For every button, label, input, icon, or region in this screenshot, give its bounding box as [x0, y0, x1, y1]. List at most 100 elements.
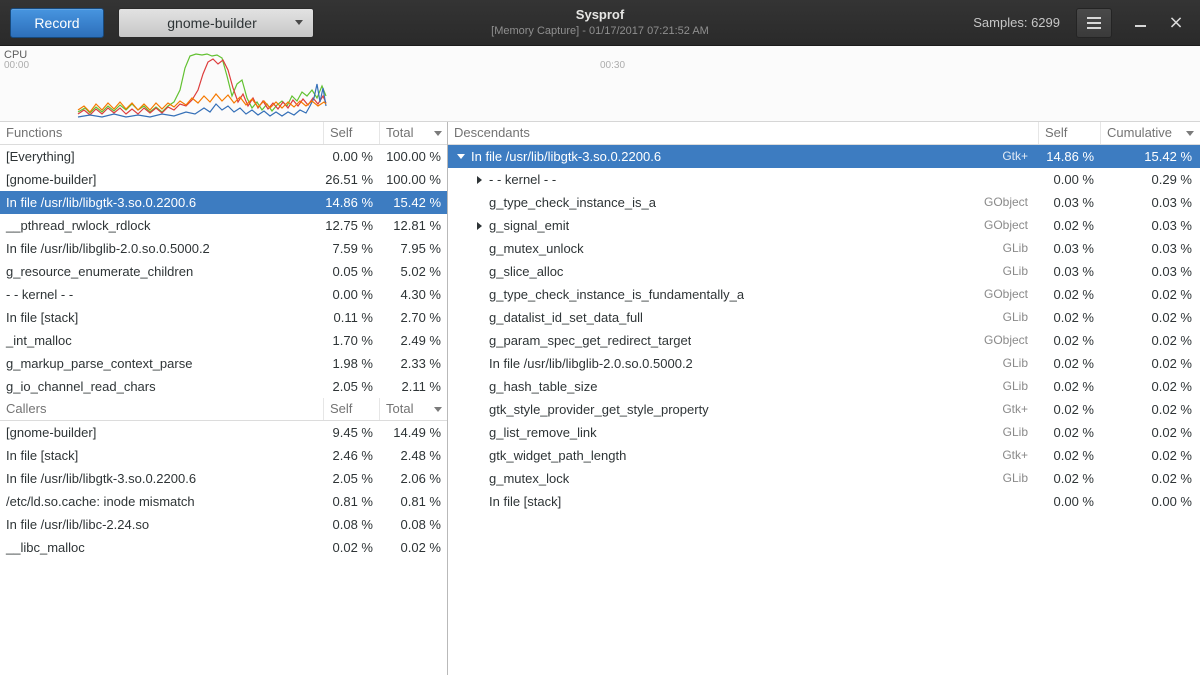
tree-row[interactable]: In file [stack]0.00 %0.00 % — [448, 490, 1200, 513]
function-name: [Everything] — [0, 145, 323, 168]
descendants-column-header[interactable]: Descendants — [448, 122, 1038, 144]
self-percent: 12.75 % — [323, 214, 379, 237]
tree-row[interactable]: g_signal_emitGObject0.02 %0.03 % — [448, 214, 1200, 237]
tree-row[interactable]: g_param_spec_get_redirect_targetGObject0… — [448, 329, 1200, 352]
function-name: g_list_remove_link — [489, 421, 597, 444]
callers-column-header[interactable]: Callers — [0, 398, 323, 420]
tree-row[interactable]: g_slice_allocGLib0.03 %0.03 % — [448, 260, 1200, 283]
tree-row[interactable]: g_mutex_unlockGLib0.03 %0.03 % — [448, 237, 1200, 260]
library-category-label: GLib — [1003, 306, 1038, 329]
self-percent: 0.03 % — [1038, 237, 1100, 260]
table-row[interactable]: [gnome-builder]9.45 %14.49 % — [0, 421, 447, 444]
table-row[interactable]: __libc_malloc0.02 %0.02 % — [0, 536, 447, 559]
library-category-label: GLib — [1003, 421, 1038, 444]
samples-count: Samples: 6299 — [973, 15, 1060, 30]
self-percent: 0.03 % — [1038, 191, 1100, 214]
functions-self-column-header[interactable]: Self — [323, 122, 379, 144]
table-row[interactable]: - - kernel - -0.00 %4.30 % — [0, 283, 447, 306]
function-name: __pthread_rwlock_rdlock — [0, 214, 323, 237]
function-name: g_type_check_instance_is_fundamentally_a — [489, 283, 744, 306]
table-row[interactable]: [gnome-builder]26.51 %100.00 % — [0, 168, 447, 191]
sort-descending-icon — [434, 131, 442, 136]
minimize-button[interactable] — [1128, 8, 1152, 38]
tree-row[interactable]: gtk_style_provider_get_style_propertyGtk… — [448, 398, 1200, 421]
tree-row[interactable]: g_list_remove_linkGLib0.02 %0.02 % — [448, 421, 1200, 444]
total-percent: 12.81 % — [379, 214, 447, 237]
right-pane: Descendants Self Cumulative In file /usr… — [448, 122, 1200, 675]
process-selector-dropdown[interactable]: gnome-builder — [118, 8, 314, 38]
function-name: g_type_check_instance_is_a — [489, 191, 656, 214]
library-category-label: GLib — [1003, 467, 1038, 490]
table-row[interactable]: In file /usr/lib/libgtk-3.so.0.2200.62.0… — [0, 467, 447, 490]
function-name: g_signal_emit — [489, 214, 569, 237]
functions-total-label: Total — [386, 122, 413, 144]
descendants-cumulative-label: Cumulative — [1107, 122, 1172, 144]
function-name: g_io_channel_read_chars — [0, 375, 323, 398]
descendant-name-cell: gtk_style_provider_get_style_propertyGtk… — [448, 398, 1038, 421]
table-row[interactable]: /etc/ld.so.cache: inode mismatch0.81 %0.… — [0, 490, 447, 513]
hamburger-icon — [1087, 22, 1101, 24]
library-category-label: Gtk+ — [1002, 398, 1038, 421]
left-pane: Functions Self Total [Everything]0.00 %1… — [0, 122, 448, 675]
self-percent: 0.00 % — [1038, 490, 1100, 513]
tree-row[interactable]: g_datalist_id_set_data_fullGLib0.02 %0.0… — [448, 306, 1200, 329]
self-percent: 26.51 % — [323, 168, 379, 191]
cumulative-percent: 0.03 % — [1100, 237, 1200, 260]
descendant-name-cell: In file /usr/lib/libgtk-3.so.0.2200.6Gtk… — [448, 145, 1038, 168]
table-row[interactable]: In file /usr/lib/libgtk-3.so.0.2200.614.… — [0, 191, 447, 214]
tree-row[interactable]: g_mutex_lockGLib0.02 %0.02 % — [448, 467, 1200, 490]
left-pane-empty-area — [0, 559, 447, 675]
callers-total-column-header[interactable]: Total — [379, 398, 447, 420]
callers-self-column-header[interactable]: Self — [323, 398, 379, 420]
minimize-icon — [1135, 25, 1146, 27]
descendants-self-column-header[interactable]: Self — [1038, 122, 1100, 144]
menu-button[interactable] — [1076, 8, 1112, 38]
self-percent: 14.86 % — [323, 191, 379, 214]
total-percent: 4.30 % — [379, 283, 447, 306]
tree-row[interactable]: In file /usr/lib/libglib-2.0.so.0.5000.2… — [448, 352, 1200, 375]
tree-row[interactable]: In file /usr/lib/libgtk-3.so.0.2200.6Gtk… — [448, 145, 1200, 168]
expander-closed-icon[interactable] — [472, 222, 486, 230]
total-percent: 2.70 % — [379, 306, 447, 329]
callers-table: [gnome-builder]9.45 %14.49 %In file [sta… — [0, 421, 447, 559]
tree-row[interactable]: gtk_widget_path_lengthGtk+0.02 %0.02 % — [448, 444, 1200, 467]
total-percent: 0.02 % — [379, 536, 447, 559]
self-percent: 0.11 % — [323, 306, 379, 329]
functions-total-column-header[interactable]: Total — [379, 122, 447, 144]
cpu-graph[interactable]: CPU 00:00 00:30 — [0, 46, 1200, 122]
expander-open-icon[interactable] — [454, 154, 468, 159]
tree-row[interactable]: - - kernel - -0.00 %0.29 % — [448, 168, 1200, 191]
total-percent: 2.06 % — [379, 467, 447, 490]
table-row[interactable]: g_resource_enumerate_children0.05 %5.02 … — [0, 260, 447, 283]
cumulative-percent: 0.02 % — [1100, 283, 1200, 306]
table-row[interactable]: In file [stack]2.46 %2.48 % — [0, 444, 447, 467]
table-row[interactable]: g_markup_parse_context_parse1.98 %2.33 % — [0, 352, 447, 375]
table-row[interactable]: In file /usr/lib/libglib-2.0.so.0.5000.2… — [0, 237, 447, 260]
expander-closed-icon[interactable] — [472, 176, 486, 184]
tree-row[interactable]: g_type_check_instance_is_aGObject0.03 %0… — [448, 191, 1200, 214]
table-row[interactable]: [Everything]0.00 %100.00 % — [0, 145, 447, 168]
functions-column-header[interactable]: Functions — [0, 122, 323, 144]
sort-descending-icon — [434, 407, 442, 412]
table-row[interactable]: g_io_channel_read_chars2.05 %2.11 % — [0, 375, 447, 398]
function-name: - - kernel - - — [0, 283, 323, 306]
total-percent: 0.08 % — [379, 513, 447, 536]
self-percent: 0.02 % — [1038, 398, 1100, 421]
tree-row[interactable]: g_type_check_instance_is_fundamentally_a… — [448, 283, 1200, 306]
close-button[interactable]: × — [1164, 8, 1188, 38]
self-percent: 0.02 % — [1038, 444, 1100, 467]
self-percent: 0.02 % — [1038, 467, 1100, 490]
function-name: In file /usr/lib/libc-2.24.so — [0, 513, 323, 536]
table-row[interactable]: In file /usr/lib/libc-2.24.so0.08 %0.08 … — [0, 513, 447, 536]
record-button[interactable]: Record — [10, 8, 104, 38]
cumulative-percent: 0.03 % — [1100, 260, 1200, 283]
main-content: Functions Self Total [Everything]0.00 %1… — [0, 122, 1200, 675]
table-row[interactable]: In file [stack]0.11 %2.70 % — [0, 306, 447, 329]
tree-row[interactable]: g_hash_table_sizeGLib0.02 %0.02 % — [448, 375, 1200, 398]
descendants-cumulative-column-header[interactable]: Cumulative — [1100, 122, 1200, 144]
function-name: [gnome-builder] — [0, 421, 323, 444]
table-row[interactable]: __pthread_rwlock_rdlock12.75 %12.81 % — [0, 214, 447, 237]
descendant-name-cell: g_type_check_instance_is_fundamentally_a… — [448, 283, 1038, 306]
descendant-name-cell: In file /usr/lib/libglib-2.0.so.0.5000.2… — [448, 352, 1038, 375]
table-row[interactable]: _int_malloc1.70 %2.49 % — [0, 329, 447, 352]
